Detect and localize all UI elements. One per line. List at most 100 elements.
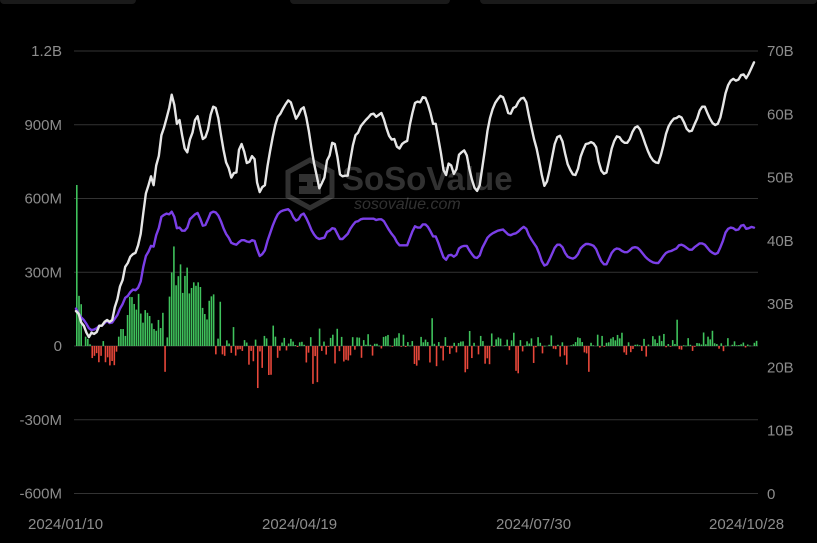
outflow-bar <box>248 346 250 365</box>
inflow-bar <box>614 340 617 346</box>
outflow-bar <box>307 346 310 353</box>
outflow-bar <box>449 346 451 354</box>
inflow-bar <box>133 303 135 346</box>
outflow-bar <box>296 346 299 347</box>
watermark-url: sosovalue.com <box>354 196 461 213</box>
inflow-bar <box>318 328 321 346</box>
inflow-bar <box>309 337 312 346</box>
inflow-bar <box>636 344 639 346</box>
outflow-bar <box>106 346 109 358</box>
inflow-bar <box>122 329 124 346</box>
inflow-bar <box>557 344 559 346</box>
inflow-bar <box>510 340 513 346</box>
inflow-bar <box>596 334 599 346</box>
right-axis-tick-label: 0 <box>767 486 775 503</box>
inflow-bar <box>168 296 171 346</box>
inflow-bar <box>612 337 614 346</box>
outflow-bar <box>625 346 628 355</box>
inflow-bar <box>137 293 140 346</box>
inflow-bar <box>398 333 400 346</box>
inflow-bar <box>369 344 372 346</box>
outflow-bar <box>623 346 625 353</box>
outflow-bar <box>484 346 486 364</box>
inflow-bar <box>402 334 405 346</box>
inflow-bar <box>245 342 248 346</box>
outflow-bar <box>552 346 555 349</box>
inflow-bar <box>272 325 275 346</box>
left-axis-tick-label: 900M <box>24 117 62 134</box>
inflow-bar <box>254 339 257 346</box>
inflow-bar <box>175 285 177 346</box>
left-axis-tick-label: 1.2B <box>31 43 62 60</box>
inflow-bar <box>166 337 169 346</box>
inflow-bar <box>667 344 670 346</box>
inflow-bar <box>720 343 723 346</box>
inflow-bar <box>676 319 678 346</box>
inflow-bar <box>616 334 619 346</box>
outflow-bar <box>486 346 489 359</box>
outflow-bar <box>669 346 672 347</box>
inflow-bar <box>87 338 89 346</box>
outflow-bar <box>111 346 113 361</box>
outflow-bar <box>380 346 383 349</box>
inflow-bar <box>674 344 676 346</box>
inflow-bar <box>605 342 608 346</box>
outflow-bar <box>641 346 643 351</box>
inflow-bar <box>431 318 433 346</box>
inflow-bar <box>643 338 645 346</box>
outflow-bar <box>451 346 453 349</box>
inflow-bar <box>117 336 120 346</box>
inflow-bar <box>707 336 709 346</box>
outflow-bar <box>554 346 557 350</box>
inflow-bar <box>376 343 378 346</box>
inflow-bar <box>663 333 665 346</box>
right-axis: 70B 60B 50B 40B 30B 20B 10B 0 <box>767 43 794 503</box>
outflow-bar <box>559 346 561 357</box>
inflow-bar <box>592 345 595 347</box>
inflow-bar <box>393 338 396 346</box>
inflow-bar <box>89 344 91 346</box>
inflow-bar <box>389 345 391 347</box>
outflow-bar <box>104 346 107 363</box>
inflow-bar <box>263 335 266 346</box>
left-axis-tick-label: 600M <box>24 191 62 208</box>
outflow-bar <box>250 346 252 351</box>
outflow-bar <box>541 346 544 354</box>
inflow-bar <box>652 336 654 346</box>
inflow-bar <box>124 335 127 346</box>
inflow-bar <box>647 344 650 346</box>
inflow-bar <box>572 344 575 346</box>
inflow-bar <box>749 345 751 347</box>
outflow-bar <box>256 346 259 389</box>
outflow-bar <box>347 346 350 361</box>
inflow-bar <box>420 336 422 346</box>
inflow-bar <box>709 339 712 346</box>
inflow-bar <box>336 328 339 346</box>
inflow-bar <box>356 337 358 346</box>
inflow-bar <box>702 332 705 346</box>
outflow-bar <box>413 346 416 364</box>
inflow-bar <box>506 339 508 346</box>
inflow-bar <box>700 344 703 346</box>
x-axis-tick-label: 2024/04/19 <box>262 516 337 533</box>
inflow-bar <box>283 337 286 346</box>
inflow-bar <box>351 337 354 346</box>
inflow-bar <box>495 339 497 346</box>
inflow-bar <box>206 319 208 346</box>
outflow-bar <box>312 346 314 384</box>
right-axis-tick-label: 50B <box>767 170 794 187</box>
inflow-bar <box>618 338 621 346</box>
outflow-bar <box>665 346 667 348</box>
outflow-bar <box>532 346 535 363</box>
inflow-bar <box>543 345 546 347</box>
outflow-bar <box>91 346 94 359</box>
inflow-bar <box>610 338 612 347</box>
outflow-bar <box>722 346 725 352</box>
net-flow-bars <box>76 184 758 389</box>
inflow-bar <box>76 184 78 346</box>
outflow-bar <box>429 346 431 363</box>
inflow-bar <box>382 336 385 346</box>
inflow-bar <box>181 292 184 346</box>
inflow-bar <box>208 300 211 346</box>
outflow-bar <box>338 346 341 352</box>
